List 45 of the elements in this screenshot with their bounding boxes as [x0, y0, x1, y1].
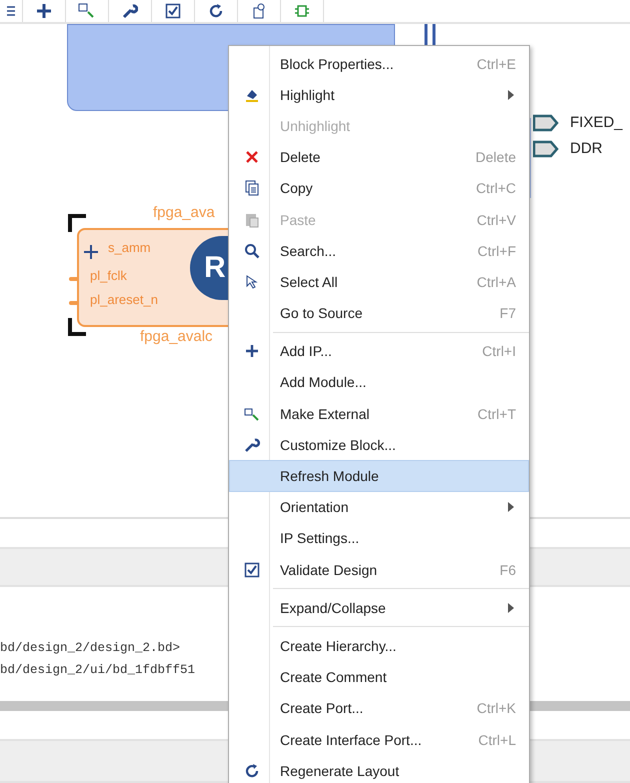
log-line: bd/design_2/ui/bd_1fdbff51: [0, 662, 196, 679]
menu-item-label: Create Port...: [280, 700, 364, 716]
menu-item-label: Add Module...: [280, 374, 368, 390]
shortcut-label: F6: [500, 562, 516, 578]
shortcut-label: Ctrl+F: [478, 242, 516, 259]
menu-item-label: Regenerate Layout: [280, 762, 400, 779]
shortcut-label: Ctrl+I: [482, 343, 516, 360]
menu-item-label: Block Properties...: [280, 56, 395, 72]
shortcut-label: F7: [500, 305, 516, 322]
block-label: fpga_ava: [153, 204, 215, 221]
shortcut-label: Ctrl+T: [478, 406, 516, 422]
menu-item-label: Add IP...: [280, 343, 333, 360]
shortcut-label: Ctrl+E: [476, 56, 516, 72]
pin-label: s_amm: [108, 240, 151, 255]
menu-item-label: Highlight: [280, 86, 336, 103]
menu-item-label: Select All: [280, 274, 339, 290]
menu-item-label: Create Interface Port...: [280, 732, 423, 748]
menu-item-label: Make External: [280, 406, 370, 422]
log-line: bd/design_2/design_2.bd>: [0, 640, 180, 657]
menu-item-label: IP Settings...: [280, 530, 360, 546]
menu-item-label: Expand/Collapse: [280, 600, 387, 616]
shortcut-label: Ctrl+V: [476, 212, 516, 228]
shortcut-label: Ctrl+K: [476, 700, 516, 716]
block-label: fpga_avalc: [140, 328, 213, 345]
menu-item-label: Copy: [280, 180, 314, 196]
port-label: DDR: [570, 140, 602, 157]
menu-item-label: Unhighlight: [280, 118, 352, 134]
pin-label: pl_areset_n: [90, 292, 158, 307]
logo-letter: R: [204, 251, 226, 285]
shortcut-label: Ctrl+A: [476, 274, 516, 290]
menu-item-label: Orientation: [280, 499, 350, 516]
menu-item-label: Customize Block...: [280, 436, 397, 453]
pin-label: pl_fclk: [90, 268, 127, 283]
menu-item-label: Go to Source: [280, 305, 364, 322]
menu-item-label: Delete: [280, 149, 322, 166]
menu-item-label: Validate Design: [280, 562, 378, 578]
shortcut-label: Delete: [476, 149, 516, 166]
menu-item-label: Create Hierarchy...: [280, 638, 398, 654]
shortcut-label: Ctrl+L: [478, 732, 516, 748]
menu-item-label: Search...: [280, 242, 338, 259]
menu-item-label: Refresh Module: [280, 468, 380, 484]
port-label: FIXED_: [570, 114, 623, 131]
menu-item-label: Paste: [280, 212, 317, 228]
shortcut-label: Ctrl+C: [476, 180, 516, 196]
menu-item-label: Create Comment: [280, 669, 388, 686]
